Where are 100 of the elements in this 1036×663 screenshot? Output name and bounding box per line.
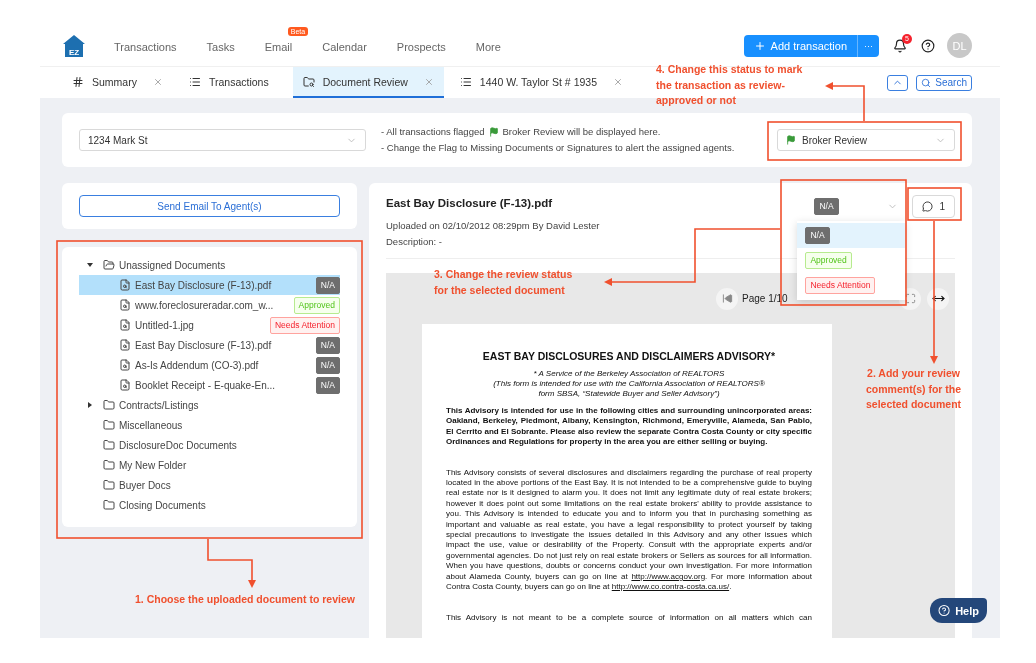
annotation-text: 4. Change this status to mark the transaction as review- approved or not xyxy=(656,62,803,108)
menu-item[interactable]: N/A xyxy=(797,223,906,248)
document-row[interactable]: Untitled-1.jpg Needs Attention xyxy=(79,315,340,335)
description-text: Description: - xyxy=(386,235,443,249)
upload-info: Uploaded on 02/10/2012 08:29pm By David Lester xyxy=(386,219,600,233)
status-badge: N/A xyxy=(315,276,340,294)
caret-icon[interactable] xyxy=(87,262,93,268)
document-paragraph: This Advisory is not meant to be a complete source of information on all matters which can xyxy=(446,612,812,623)
folder-label[interactable]: DisclosureDoc Documents xyxy=(119,439,237,451)
collapse-button[interactable] xyxy=(887,74,909,91)
help-icon[interactable] xyxy=(921,38,935,53)
transaction-select[interactable]: 1234 Mark St xyxy=(79,129,366,151)
comments-button[interactable]: 1 xyxy=(912,195,955,218)
document-icon xyxy=(119,359,131,371)
leader-line xyxy=(207,538,256,588)
document-icon xyxy=(119,279,131,291)
nav-link[interactable]: Email xyxy=(264,40,293,53)
document-title: East Bay Disclosure (F-13).pdf xyxy=(386,197,554,209)
first-page-button[interactable] xyxy=(716,287,738,310)
send-email-button[interactable]: Send Email To Agent(s) xyxy=(79,195,340,217)
first-page-icon xyxy=(721,293,733,304)
document-row[interactable]: As-Is Addendum (CO-3).pdf N/A xyxy=(79,355,340,375)
nav-link[interactable]: Prospects xyxy=(396,40,446,53)
search-icon xyxy=(921,77,932,88)
document-name: Booklet Receipt - E-quake-En... xyxy=(135,379,276,391)
status-badge: N/A xyxy=(315,336,340,354)
document-row[interactable]: www.foreclosureradar.com_w... Approved xyxy=(79,295,340,315)
document-icon xyxy=(119,299,131,311)
folder-icon xyxy=(302,75,315,88)
folder-label[interactable]: Closing Documents xyxy=(119,499,206,511)
menu-item[interactable]: Needs Attention xyxy=(797,273,906,298)
expand-icon xyxy=(904,293,916,304)
flag-icon xyxy=(488,127,499,137)
note-text: - Change the Flag to Missing Documents or Signatures to alert the assigned agents. xyxy=(381,141,735,155)
document-name: East Bay Disclosure (F-13).pdf xyxy=(135,339,272,351)
plus-icon xyxy=(753,39,766,52)
folder-label[interactable]: Miscellaneous xyxy=(119,419,183,431)
status-badge: N/A xyxy=(814,197,839,215)
folder-label[interactable]: Unassigned Documents xyxy=(119,259,226,271)
document-name: www.foreclosureradar.com_w... xyxy=(135,299,274,311)
folder-label[interactable]: Buyer Docs xyxy=(119,479,171,491)
search-button[interactable]: Search xyxy=(916,74,972,91)
folder-icon xyxy=(103,459,115,471)
folder-label[interactable]: My New Folder xyxy=(119,459,187,471)
leader-line xyxy=(825,82,865,122)
folder-icon xyxy=(103,419,115,431)
document-subtitle: * A Service of the Berkeley Association of REALTORS (This form is intended for use with the California Association of REALTORS® form SBSA, “Statewide Buyer and Seller Advisory”) xyxy=(492,369,766,399)
folder-icon xyxy=(103,439,115,451)
document-paragraph: This Advisory is intended for use in the following cities and surrounding unincorporated areas: Oakland, Berkeley, Piedmont, Albany, Kensington, Richmond, Emeryville, Alameda, San Pablo, El Cerrito and El Sobrante. Please also review the separate Contra Costa County or city specific Ordinances and Regulations for property in the area you are either selling or buying. xyxy=(446,406,812,448)
list-icon xyxy=(188,75,201,88)
document-icon xyxy=(119,379,131,391)
tab[interactable]: Summary xyxy=(62,67,173,98)
folder-icon xyxy=(103,499,115,511)
caret-icon[interactable] xyxy=(87,402,93,408)
document-icon xyxy=(119,319,131,331)
fit-width-button[interactable] xyxy=(927,287,949,310)
hash-icon xyxy=(72,75,84,88)
help-icon xyxy=(938,604,951,617)
document-name: As-Is Addendum (CO-3).pdf xyxy=(135,359,259,371)
annotation-text: 3. Change the review status for the selected document xyxy=(434,267,573,298)
status-badge: Needs Attention xyxy=(805,277,876,294)
document-heading: EAST BAY DISCLOSURES AND DISCLAIMERS ADVISORY* xyxy=(481,350,777,362)
tab[interactable]: Transactions xyxy=(178,67,287,98)
document-link[interactable]: http://www.co.contra-costa.ca.us/ xyxy=(611,582,730,592)
document-name: East Bay Disclosure (F-13).pdf xyxy=(135,279,272,291)
status-badge: Needs Attention xyxy=(270,316,340,334)
folder-label[interactable]: Contracts/Listings xyxy=(119,399,199,411)
nav-link[interactable]: Calendar xyxy=(322,40,367,53)
flag-label: Broker Review xyxy=(802,134,868,146)
document-row[interactable]: East Bay Disclosure (F-13).pdf N/A xyxy=(79,275,340,295)
document-paragraph: This Advisory consists of several disclosures and disclaimers regarding the purchase of real property located in the above portions of the East Bay. It is not intended to be a comprehensive guide to buying real estate nor is it designed to alarm you. It does not limit any legitimate duty of real estate brokers; however it does point out some limitations on the real estate brokers' ability to provide assistance to you. This Advisory is intended to educate you and to inform you that in purchasing something as important and valuable as real estate, you have a legal responsibility to protect yourself by taking special precautions to investigate the issues detailed in this Advisory and any other issues which impact the use, value or desirability of the Property. Consult with the appropriate experts and/or governmental agencies. Do not just rely on real estate brokers or Sellers as sources for all information. When you have questions, doubts or concerns conduct your own investigation. For more information about Alameda County, buyers can go on line at http://www.acgov.org. For more information about Contra Costa County, buyers can go on line at http://www.co.contra-costa.ca.us/. xyxy=(446,467,812,593)
nav-link[interactable]: Transactions xyxy=(114,40,177,53)
note-text: Broker Review will be displayed here. xyxy=(502,125,661,139)
bell-icon[interactable] xyxy=(893,38,907,53)
tab[interactable]: 1440 W. Taylor St # 1935 xyxy=(449,67,633,98)
annotation-text: 1. Choose the uploaded document to review xyxy=(135,592,355,607)
note-text: - All transactions flagged xyxy=(381,125,485,139)
tab[interactable]: Document Review xyxy=(292,67,444,98)
status-badge: Approved xyxy=(805,252,852,269)
folder-icon xyxy=(103,479,115,491)
house-logo-icon[interactable] xyxy=(62,33,86,58)
comment-icon xyxy=(922,201,934,212)
list-icon xyxy=(459,75,472,88)
status-badge: N/A xyxy=(315,376,340,394)
status-select[interactable]: N/A xyxy=(806,195,907,217)
folder-icon xyxy=(103,259,115,271)
status-badge: Approved xyxy=(293,296,340,314)
document-row[interactable]: Booklet Receipt - E-quake-En... N/A xyxy=(79,375,340,395)
annotation-text: 2. Add your review comment(s) for the selected document xyxy=(866,366,962,412)
logo-text: EZ xyxy=(67,47,81,57)
document-name: Untitled-1.jpg xyxy=(135,319,194,331)
document-icon xyxy=(119,339,131,351)
help-button[interactable]: Help xyxy=(930,598,987,623)
document-row[interactable]: East Bay Disclosure (F-13).pdf N/A xyxy=(79,335,340,355)
folder-icon xyxy=(103,399,115,411)
nav-link[interactable]: Tasks xyxy=(206,40,235,53)
flag-select[interactable]: Broker Review xyxy=(777,129,955,151)
flag-icon xyxy=(786,135,796,145)
status-badge: N/A xyxy=(315,356,340,374)
nav-link[interactable]: More xyxy=(475,40,501,53)
